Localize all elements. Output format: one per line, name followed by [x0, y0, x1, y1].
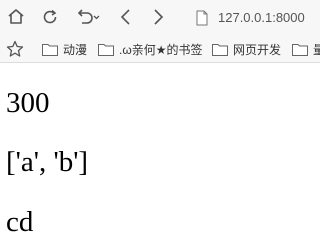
folder-icon	[98, 43, 114, 56]
bookmark-folder-anime[interactable]: 动漫	[42, 40, 87, 58]
folder-icon	[42, 43, 58, 56]
star-icon[interactable]	[6, 40, 24, 58]
address-text: 127.0.0.1:8000	[218, 10, 305, 25]
home-icon[interactable]	[4, 6, 28, 28]
undo-icon[interactable]	[73, 6, 103, 28]
address-bar[interactable]: 127.0.0.1:8000	[190, 5, 320, 30]
folder-icon	[212, 43, 228, 56]
reload-icon[interactable]	[38, 6, 62, 28]
forward-icon[interactable]	[146, 6, 170, 28]
bookmark-label: 动漫	[63, 42, 88, 57]
back-icon[interactable]	[114, 6, 138, 28]
bookmark-label: 网页开发	[233, 42, 282, 57]
output-line: 300	[6, 87, 50, 119]
output-line: ['a', 'b']	[6, 146, 89, 178]
page-icon	[196, 10, 208, 25]
bookmarks-bar: 动漫 .ω亲何★的书签 网页开发 量	[0, 35, 320, 63]
page-content: 300 ['a', 'b'] cd	[0, 63, 320, 247]
bookmark-label: 量	[313, 42, 320, 57]
bookmark-folder-webdev[interactable]: 网页开发	[212, 40, 281, 58]
bookmark-folder-favorites[interactable]: .ω亲何★的书签	[98, 40, 202, 58]
output-line: cd	[6, 206, 34, 238]
folder-icon	[292, 43, 308, 56]
bookmark-label: .ω亲何★的书签	[119, 42, 203, 57]
browser-toolbar: 127.0.0.1:8000	[0, 0, 320, 35]
bookmark-folder-more[interactable]: 量	[292, 40, 320, 58]
